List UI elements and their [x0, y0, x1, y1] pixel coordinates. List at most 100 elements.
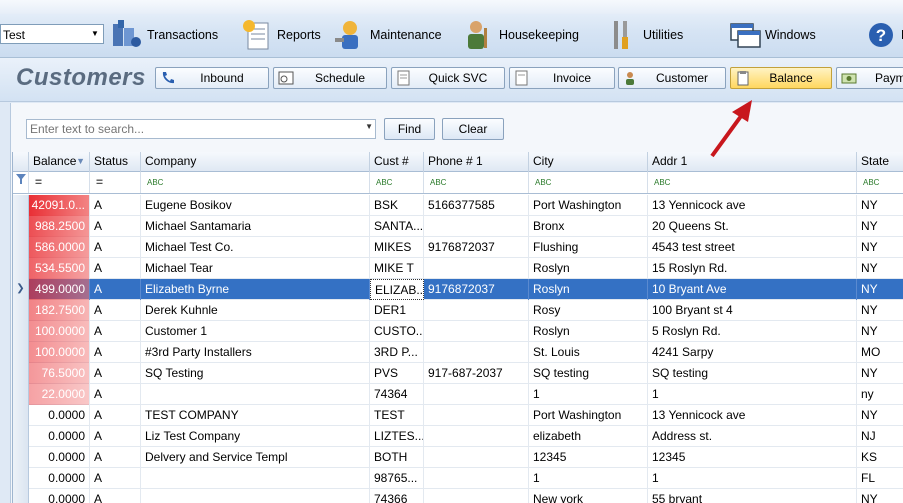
cell-balance[interactable]: 0.0000 [29, 489, 90, 503]
menu-transactions[interactable]: Transactions [110, 16, 218, 54]
cell-cust[interactable]: 3RD P... [370, 342, 424, 363]
menu-reports[interactable]: Reports [240, 16, 321, 54]
chevron-down-icon[interactable]: ▼ [88, 26, 102, 42]
cell-balance[interactable]: 0.0000 [29, 405, 90, 426]
cell-cust[interactable]: LIZTES... [370, 426, 424, 447]
cell-city[interactable]: Port Washington [529, 195, 648, 216]
cell-city[interactable]: Roslyn [529, 321, 648, 342]
column-header-status[interactable]: Status [90, 152, 141, 172]
cell-addr[interactable]: 10 Bryant Ave [648, 279, 857, 300]
cell-cust[interactable]: 74366 [370, 489, 424, 503]
cell-phone[interactable] [424, 468, 529, 489]
row-indicator-current[interactable]: ❯ [13, 279, 29, 300]
column-header-cust[interactable]: Cust # [370, 152, 424, 172]
cell-state[interactable]: NY [857, 405, 903, 426]
row-indicator[interactable] [13, 300, 29, 321]
cell-company[interactable]: SQ Testing [141, 363, 370, 384]
cell-city[interactable]: St. Louis [529, 342, 648, 363]
table-row[interactable]: 100.0000 A #3rd Party Installers 3RD P... St… [13, 342, 903, 363]
cell-company[interactable]: #3rd Party Installers [141, 342, 370, 363]
cell-status[interactable]: A [90, 342, 141, 363]
table-row[interactable]: 0.0000 A Delvery and Service Templ BOTH 1234… [13, 447, 903, 468]
cell-state[interactable]: NY [857, 216, 903, 237]
cell-cust[interactable]: PVS [370, 363, 424, 384]
cell-status[interactable]: A [90, 300, 141, 321]
cell-balance[interactable]: 42091.0... [29, 195, 90, 216]
cell-status[interactable]: A [90, 447, 141, 468]
filter-company[interactable]: ABC [141, 172, 370, 193]
cell-city[interactable]: 12345 [529, 447, 648, 468]
cell-company[interactable]: Michael Tear [141, 258, 370, 279]
table-row[interactable]: 0.0000 A 98765... 1 1 FL [13, 468, 903, 489]
cell-cust[interactable]: TEST [370, 405, 424, 426]
cell-phone[interactable]: 9176872037 [424, 279, 529, 300]
cell-addr[interactable]: 1 [648, 468, 857, 489]
cell-balance[interactable]: 0.0000 [29, 468, 90, 489]
cell-city[interactable]: elizabeth [529, 426, 648, 447]
table-row[interactable]: 100.0000 A Customer 1 CUSTO... Roslyn 5 Rosly… [13, 321, 903, 342]
menu-help[interactable]: ? H [864, 16, 903, 54]
menu-housekeeping[interactable]: Housekeeping [462, 16, 579, 54]
cell-phone[interactable] [424, 489, 529, 503]
cell-company[interactable]: Michael Santamaria [141, 216, 370, 237]
menu-windows[interactable]: Windows [728, 16, 816, 54]
cell-city[interactable]: Flushing [529, 237, 648, 258]
cell-phone[interactable]: 9176872037 [424, 237, 529, 258]
row-indicator[interactable] [13, 468, 29, 489]
cell-company[interactable] [141, 489, 370, 503]
cell-phone[interactable] [424, 447, 529, 468]
cell-status[interactable]: A [90, 405, 141, 426]
cell-phone[interactable] [424, 342, 529, 363]
cell-state[interactable]: NY [857, 489, 903, 503]
cell-company[interactable]: Delvery and Service Templ [141, 447, 370, 468]
cell-addr[interactable]: 13 Yennicock ave [648, 405, 857, 426]
cell-status[interactable]: A [90, 468, 141, 489]
cell-phone[interactable] [424, 216, 529, 237]
cell-state[interactable]: NY [857, 195, 903, 216]
cell-balance[interactable]: 76.5000 [29, 363, 90, 384]
row-indicator[interactable] [13, 195, 29, 216]
cell-status[interactable]: A [90, 237, 141, 258]
cell-state[interactable]: ny [857, 384, 903, 405]
cell-state[interactable]: NY [857, 279, 903, 300]
cell-balance[interactable]: 0.0000 [29, 447, 90, 468]
invoice-button[interactable]: Invoice [509, 67, 615, 89]
cell-company[interactable] [141, 384, 370, 405]
cell-state[interactable]: NY [857, 237, 903, 258]
cell-state[interactable]: NY [857, 300, 903, 321]
chevron-down-icon[interactable]: ▼ [365, 122, 373, 131]
cell-status[interactable]: A [90, 195, 141, 216]
find-button[interactable]: Find [384, 118, 435, 140]
cell-cust[interactable]: ELIZAB... [370, 279, 424, 300]
row-indicator[interactable] [13, 489, 29, 503]
customer-button[interactable]: Customer [618, 67, 726, 89]
table-row[interactable]: 76.5000 A SQ Testing PVS 917-687-2037 SQ test… [13, 363, 903, 384]
row-indicator[interactable] [13, 237, 29, 258]
column-header-city[interactable]: City [529, 152, 648, 172]
cell-cust[interactable]: DER1 [370, 300, 424, 321]
schedule-button[interactable]: Schedule [273, 67, 387, 89]
row-indicator[interactable] [13, 342, 29, 363]
table-row[interactable]: 586.0000 A Michael Test Co. MIKES 9176872037… [13, 237, 903, 258]
cell-status[interactable]: A [90, 321, 141, 342]
row-indicator[interactable] [13, 363, 29, 384]
cell-city[interactable]: Rosy [529, 300, 648, 321]
cell-cust[interactable]: CUSTO... [370, 321, 424, 342]
table-row[interactable]: 988.2500 A Michael Santamaria SANTA... Bronx… [13, 216, 903, 237]
cell-city[interactable]: Port Washington [529, 405, 648, 426]
balance-button[interactable]: Balance [730, 67, 832, 89]
table-row[interactable]: ❯ 499.0000 A Elizabeth Byrne ELIZAB... 917687… [13, 279, 903, 300]
cell-city[interactable]: SQ testing [529, 363, 648, 384]
row-indicator[interactable] [13, 321, 29, 342]
cell-balance[interactable]: 100.0000 [29, 321, 90, 342]
filter-phone[interactable]: ABC [424, 172, 529, 193]
cell-addr[interactable]: 100 Bryant st 4 [648, 300, 857, 321]
row-indicator[interactable] [13, 384, 29, 405]
cell-balance[interactable]: 22.0000 [29, 384, 90, 405]
filter-city[interactable]: ABC [529, 172, 648, 193]
table-row[interactable]: 0.0000 A TEST COMPANY TEST Port Washington 13… [13, 405, 903, 426]
cell-addr[interactable]: 55 bryant [648, 489, 857, 503]
filter-status[interactable]: = [90, 172, 141, 193]
cell-cust[interactable]: SANTA... [370, 216, 424, 237]
search-box[interactable]: ▼ [26, 119, 376, 139]
